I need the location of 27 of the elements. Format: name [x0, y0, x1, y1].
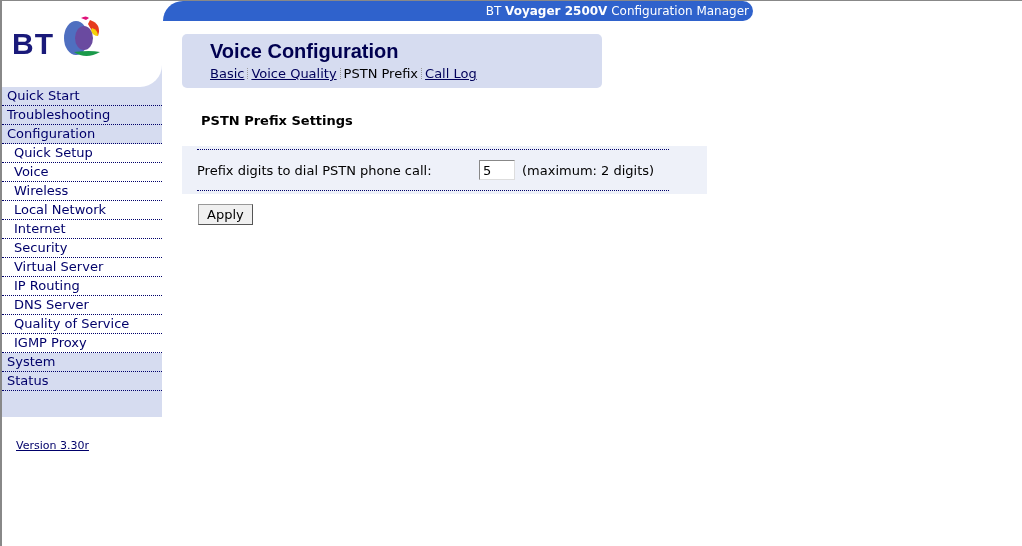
sidebar-subitem[interactable]: Voice — [2, 163, 162, 182]
tab[interactable]: Call Log — [425, 66, 477, 81]
tab[interactable]: Basic — [210, 66, 245, 81]
version-link[interactable]: Version 3.30r — [16, 439, 162, 452]
sidebar-subitem[interactable]: IGMP Proxy — [2, 334, 162, 353]
sidebar-subitem[interactable]: Virtual Server — [2, 258, 162, 277]
field-hint: (maximum: 2 digits) — [522, 162, 655, 178]
sidebar-subitem[interactable]: IP Routing — [2, 277, 162, 296]
sidebar-subitem[interactable]: Security — [2, 239, 162, 258]
field-label: Prefix digits to dial PSTN phone call: — [197, 162, 433, 178]
tab[interactable]: Voice Quality — [251, 66, 337, 81]
sidebar-item[interactable]: Quick Start — [2, 87, 162, 106]
header-title: BT Voyager 2500V Configuration Manager — [485, 4, 749, 18]
sidebar-subitem[interactable]: Quality of Service — [2, 315, 162, 334]
logo-text: BT — [12, 27, 54, 61]
apply-button[interactable]: Apply — [198, 204, 253, 225]
sidebar-subitem[interactable]: Quick Setup — [2, 144, 162, 163]
prefix-input[interactable]: 5 — [479, 160, 515, 180]
sidebar-subitem[interactable]: Local Network — [2, 201, 162, 220]
section-title: PSTN Prefix Settings — [201, 113, 354, 128]
page-title: Voice Configuration — [210, 39, 400, 63]
sidebar-item[interactable]: Configuration — [2, 125, 162, 144]
sidebar-item[interactable]: Troubleshooting — [2, 106, 162, 125]
tab[interactable]: PSTN Prefix — [343, 66, 419, 81]
sidebar-subitem[interactable]: Wireless — [2, 182, 162, 201]
sidebar-subitem[interactable]: Internet — [2, 220, 162, 239]
sidebar-subitem[interactable]: DNS Server — [2, 296, 162, 315]
